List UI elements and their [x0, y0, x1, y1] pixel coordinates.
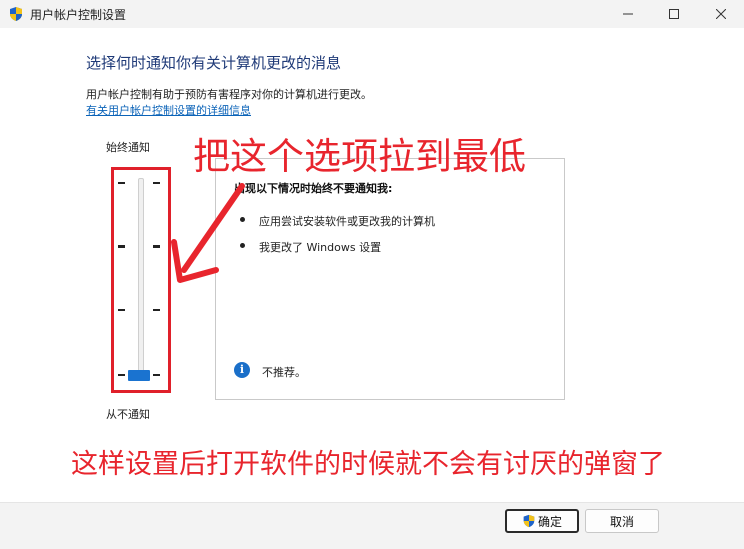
- close-button[interactable]: [698, 0, 744, 28]
- info-panel-title: 出现以下情况时始终不要通知我:: [234, 182, 393, 195]
- annotation-top: 把这个选项拉到最低: [193, 135, 526, 178]
- annotation-bottom: 这样设置后打开软件的时候就不会有讨厌的弹窗了: [71, 449, 665, 480]
- cancel-button[interactable]: 取消: [585, 509, 659, 533]
- window-title: 用户帐户控制设置: [30, 8, 127, 22]
- arrow-icon: [171, 183, 245, 283]
- content-area: 选择何时通知你有关计算机更改的消息 用户帐户控制有助于预防有害程序对你的计算机进…: [0, 28, 744, 502]
- info-panel: 出现以下情况时始终不要通知我: 应用尝试安装软件或更改我的计算机 我更改了 Wi…: [215, 158, 565, 400]
- slider-tick: [153, 374, 160, 376]
- slider-label-always-notify: 始终通知: [106, 141, 150, 154]
- maximize-button[interactable]: [651, 0, 697, 28]
- slider-tick: [118, 245, 125, 248]
- list-item: 我更改了 Windows 设置: [240, 239, 540, 255]
- slider-track[interactable]: [138, 178, 144, 380]
- description-text: 用户帐户控制有助于预防有害程序对你的计算机进行更改。: [86, 88, 372, 101]
- footer-divider: [0, 502, 744, 503]
- ok-button[interactable]: 确定: [505, 509, 579, 533]
- close-icon: [716, 9, 726, 19]
- page-heading: 选择何时通知你有关计算机更改的消息: [86, 54, 342, 72]
- slider-tick: [153, 245, 160, 248]
- info-note: 不推荐。: [262, 366, 306, 379]
- slider-tick: [118, 309, 125, 311]
- maximize-icon: [669, 9, 679, 19]
- list-item: 应用尝试安装软件或更改我的计算机: [240, 213, 540, 229]
- uac-shield-icon: [523, 514, 535, 528]
- uac-help-link[interactable]: 有关用户帐户控制设置的详细信息: [86, 102, 251, 118]
- title-bar: 用户帐户控制设置: [0, 0, 744, 28]
- info-icon: i: [234, 362, 250, 378]
- slider-label-never-notify: 从不通知: [106, 408, 150, 421]
- slider-thumb[interactable]: [128, 370, 150, 381]
- slider-tick: [153, 182, 160, 184]
- cancel-button-label: 取消: [609, 514, 634, 529]
- list-item-text: 应用尝试安装软件或更改我的计算机: [259, 215, 435, 228]
- uac-shield-icon: [10, 7, 22, 21]
- ok-button-label: 确定: [537, 514, 562, 529]
- slider-tick: [118, 182, 125, 184]
- minimize-icon: [623, 13, 633, 15]
- slider-tick: [118, 374, 125, 376]
- minimize-button[interactable]: [605, 0, 651, 28]
- slider-tick: [153, 309, 160, 311]
- highlight-box: [111, 167, 171, 393]
- list-item-text: 我更改了 Windows 设置: [259, 241, 382, 254]
